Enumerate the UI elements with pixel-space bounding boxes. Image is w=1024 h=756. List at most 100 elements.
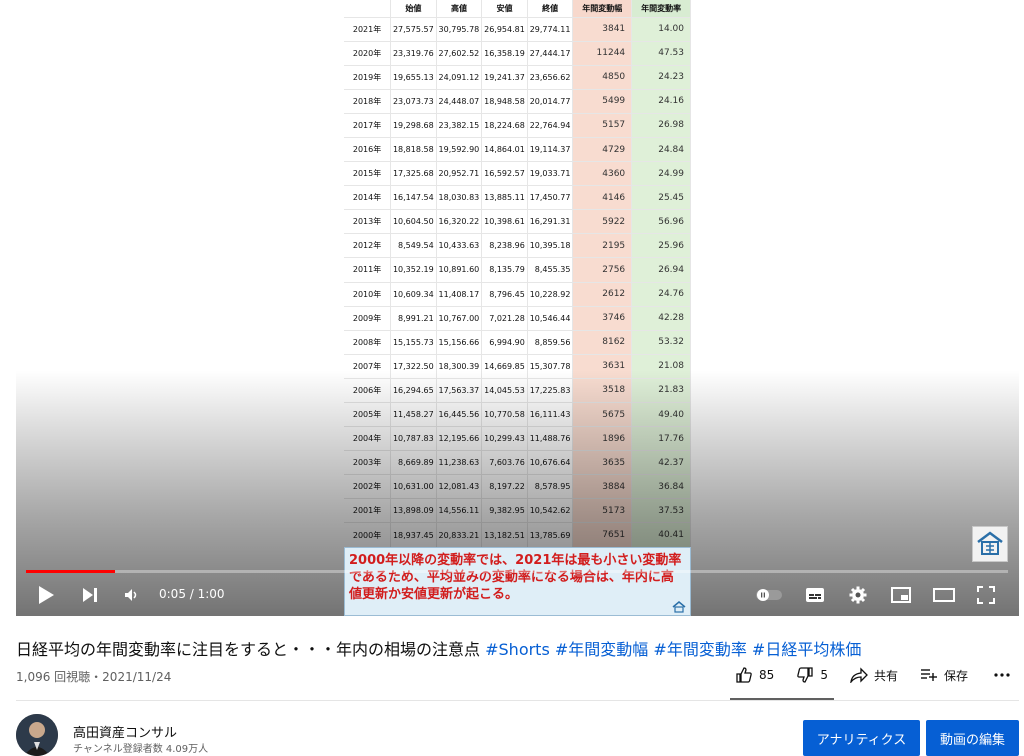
table-cell: 11244 (572, 41, 633, 66)
table-cell: 4146 (572, 185, 633, 211)
table-cell: 8,578.95 (527, 474, 574, 500)
table-cell: 10,542.62 (527, 498, 574, 524)
table-cell: 10,891.60 (436, 257, 483, 283)
table-cell: 8,135.79 (481, 257, 528, 283)
table-cell: 10,395.18 (527, 233, 574, 259)
autoplay-toggle-icon (756, 589, 782, 601)
next-icon (83, 588, 97, 602)
table-cell: 8,549.54 (390, 233, 437, 259)
hashtag-link[interactable]: #日経平均株価 (752, 640, 861, 659)
table-cell: 17,322.50 (390, 354, 437, 379)
table-cell: 9,382.95 (481, 498, 528, 524)
next-button[interactable] (78, 583, 102, 607)
table-cell: 16,445.56 (436, 402, 483, 428)
table-cell: 7651 (572, 522, 633, 548)
analytics-button[interactable]: アナリティクス (803, 720, 920, 756)
table-cell: 8,669.89 (390, 450, 437, 476)
table-cell: 3746 (572, 306, 633, 331)
table-cell: 16,320.22 (436, 209, 483, 235)
hashtag-link[interactable]: #年間変動幅 (555, 640, 648, 659)
table-cell: 5499 (572, 89, 633, 114)
table-cell: 11,458.27 (390, 402, 437, 428)
table-cell: 11,238.63 (436, 450, 483, 476)
table-cell: 20,833.21 (436, 522, 483, 548)
table-cell: 56.96 (631, 209, 691, 235)
table-cell: 12,195.66 (436, 426, 483, 452)
table-row: 2006年 16,294.65 17,563.37 14,045.53 17,225.8… (344, 378, 691, 404)
table-header-row: 始値 高値 安値 終値 年間変動幅 年間変動率 (344, 0, 691, 18)
table-cell: 13,182.51 (481, 522, 528, 548)
save-icon (920, 669, 937, 681)
table-cell: 17,563.37 (436, 378, 483, 404)
table-cell: 2004年 (344, 426, 392, 452)
table-cell: 8162 (572, 330, 633, 355)
table-cell: 3841 (572, 17, 633, 42)
hashtag-link[interactable]: #Shorts (485, 640, 550, 659)
table-row: 2005年 11,458.27 16,445.56 10,770.58 16,111.4… (344, 402, 691, 428)
table-cell: 2007年 (344, 354, 392, 379)
table-cell: 10,299.43 (481, 426, 528, 452)
table-cell: 11,408.17 (436, 282, 483, 307)
table-cell: 25.45 (631, 185, 691, 211)
like-button[interactable]: 85 (735, 666, 774, 684)
table-cell: 10,604.50 (390, 209, 437, 235)
table-cell: 10,631.00 (390, 474, 437, 500)
table-cell: 23,319.76 (390, 41, 437, 66)
table-cell: 49.40 (631, 402, 691, 428)
table-cell: 2010年 (344, 282, 392, 307)
progress-bar[interactable] (26, 570, 1008, 573)
dislike-button[interactable]: 5 (796, 666, 828, 684)
fullscreen-button[interactable] (974, 583, 998, 607)
dislike-count: 5 (820, 668, 828, 682)
table-cell: 2018年 (344, 89, 392, 114)
save-button[interactable]: 保存 (920, 667, 968, 684)
channel-name[interactable]: 高田資産コンサル (73, 722, 177, 741)
subtitles-button[interactable] (803, 583, 827, 607)
edit-video-button[interactable]: 動画の編集 (926, 720, 1019, 756)
channel-watermark-icon[interactable] (972, 526, 1008, 562)
nikkei-table: 始値 高値 安値 終値 年間変動幅 年間変動率 2021年 27,575.57 30,795.… (344, 0, 691, 548)
table-row: 2019年 19,655.13 24,091.12 19,241.37 23,656.6… (344, 65, 691, 90)
table-cell: 8,859.56 (527, 330, 574, 355)
table-cell: 6,994.90 (481, 330, 528, 355)
table-cell: 20,014.77 (527, 89, 574, 114)
table-cell: 25.96 (631, 233, 691, 259)
table-cell: 18,030.83 (436, 185, 483, 211)
table-cell: 2014年 (344, 185, 392, 211)
share-button[interactable]: 共有 (850, 667, 898, 684)
table-cell: 2011年 (344, 257, 392, 283)
volume-button[interactable] (120, 583, 144, 607)
table-header-cell: 年間変動率 (631, 0, 691, 18)
play-button[interactable] (34, 583, 58, 607)
miniplayer-button[interactable] (889, 583, 913, 607)
table-header-cell: 終値 (527, 0, 574, 18)
table-row: 2018年 23,073.73 24,448.07 18,948.58 20,014.7… (344, 89, 691, 114)
table-cell: 4729 (572, 137, 633, 163)
table-cell: 23,382.15 (436, 113, 483, 138)
more-button[interactable] (994, 673, 1010, 677)
table-cell: 3631 (572, 354, 633, 379)
table-cell: 7,021.28 (481, 306, 528, 331)
table-cell: 10,352.19 (390, 257, 437, 283)
channel-avatar[interactable] (16, 714, 58, 756)
volume-icon (125, 589, 137, 601)
caption-box: 2000年以降の変動率では、2021年は最も小さい変動率であるため、平均並みの変… (344, 547, 691, 616)
video-player[interactable]: 始値 高値 安値 終値 年間変動幅 年間変動率 2021年 27,575.57 30,795.… (16, 0, 1019, 616)
table-cell: 8,796.45 (481, 282, 528, 307)
table-cell: 18,300.39 (436, 354, 483, 379)
table-row: 2004年 10,787.83 12,195.66 10,299.43 11,488.7… (344, 426, 691, 452)
table-cell: 42.28 (631, 306, 691, 331)
theater-button[interactable] (932, 583, 956, 607)
table-cell: 5157 (572, 113, 633, 138)
table-cell: 2020年 (344, 41, 392, 66)
settings-button[interactable] (846, 583, 870, 607)
table-cell: 16,358.19 (481, 41, 528, 66)
autoplay-toggle[interactable] (754, 583, 784, 607)
table-row: 2017年 19,298.68 23,382.15 18,224.68 22,764.9… (344, 113, 691, 138)
table-cell: 2002年 (344, 474, 392, 500)
table-cell: 14,864.01 (481, 137, 528, 163)
hashtag-link[interactable]: #年間変動率 (653, 640, 746, 659)
table-cell: 19,241.37 (481, 65, 528, 90)
table-cell: 17,450.77 (527, 185, 574, 211)
table-header-cell (344, 0, 392, 18)
